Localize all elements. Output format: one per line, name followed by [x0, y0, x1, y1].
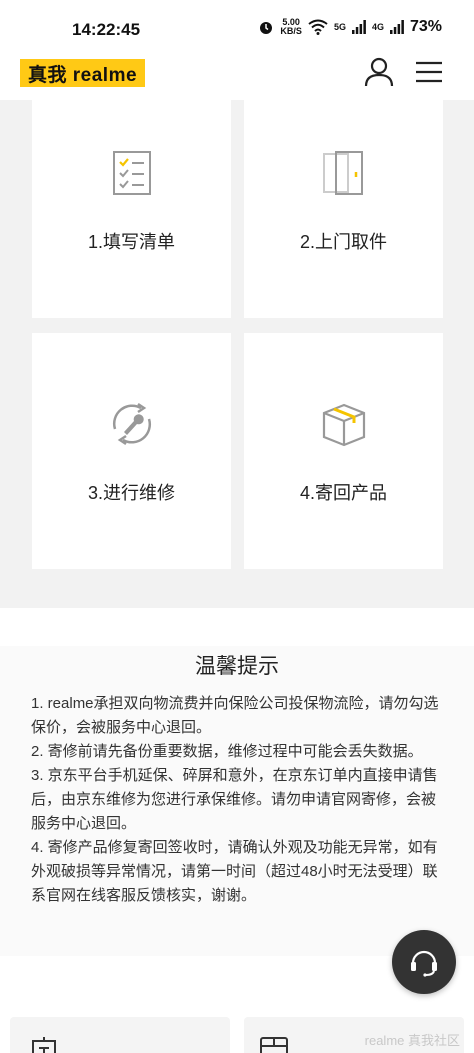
step-card-fill-list: 1.填写清单 — [32, 100, 231, 318]
status-icons: 5.00 KB/S 5G 4G 73% — [258, 18, 442, 36]
signal-5g-label: 5G — [333, 22, 346, 32]
repair-wrench-icon — [112, 402, 151, 446]
watermark: realme 真我社区 — [364, 1033, 460, 1048]
customer-service-headset-icon — [411, 950, 437, 977]
repair-steps-section: 1.填写清单 2.上门取件 3.进行维修 4.寄回产品 — [0, 100, 474, 608]
status-bar: 14:22:45 5.00 KB/S 5G 4G 73% — [0, 0, 474, 56]
bottom-card-left[interactable] — [10, 1017, 230, 1053]
tip-item: 3. 京东平台手机延保、碎屏和意外，在京东订单内直接申请售后，由京东维修为您进行… — [31, 767, 438, 832]
tip-item: 1. realme承担双向物流费并向保险公司投保物流险，请勿勾选保价，会被服务中… — [31, 695, 439, 736]
wifi-icon — [308, 19, 328, 35]
site-header: 真我 realme — [0, 56, 474, 100]
network-speed: 5.00 KB/S — [280, 17, 302, 36]
battery-level: 73% — [409, 18, 442, 35]
step-card-repair: 3.进行维修 — [32, 333, 231, 569]
step-label: 4.寄回产品 — [299, 483, 387, 503]
step-card-pickup: 2.上门取件 — [244, 100, 443, 318]
tips-title: 温馨提示 — [195, 655, 279, 678]
signal-bars-icon — [389, 20, 404, 34]
user-account-icon[interactable] — [363, 56, 395, 88]
signal-4g-label: 4G — [371, 22, 384, 32]
alarm-icon — [260, 22, 273, 34]
step-label: 1.填写清单 — [87, 232, 175, 252]
checklist-icon — [112, 151, 151, 195]
box-icon — [260, 1037, 288, 1053]
step-label: 2.上门取件 — [299, 232, 387, 252]
tip-item: 2. 寄修前请先备份重要数据，维修过程中可能会丢失数据。 — [31, 743, 423, 760]
door-icon — [322, 151, 363, 195]
warranty-icon — [32, 1037, 56, 1053]
step-label: 3.进行维修 — [87, 483, 175, 503]
hamburger-menu-icon[interactable] — [413, 56, 445, 88]
customer-service-button[interactable] — [392, 930, 456, 994]
tip-item: 4. 寄修产品修复寄回签收时，请确认外观及功能无异常，如有外观破损等异常情况，请… — [31, 839, 438, 904]
package-box-icon — [322, 403, 365, 447]
realme-logo[interactable]: 真我 realme — [20, 59, 146, 87]
signal-bars-icon — [351, 20, 366, 34]
status-time: 14:22:45 — [72, 20, 141, 39]
tips-section: 温馨提示 1. realme承担双向物流费并向保险公司投保物流险，请勿勾选保价，… — [0, 646, 474, 956]
step-card-return: 4.寄回产品 — [244, 333, 443, 569]
tips-list: 1. realme承担双向物流费并向保险公司投保物流险，请勿勾选保价，会被服务中… — [31, 692, 443, 908]
